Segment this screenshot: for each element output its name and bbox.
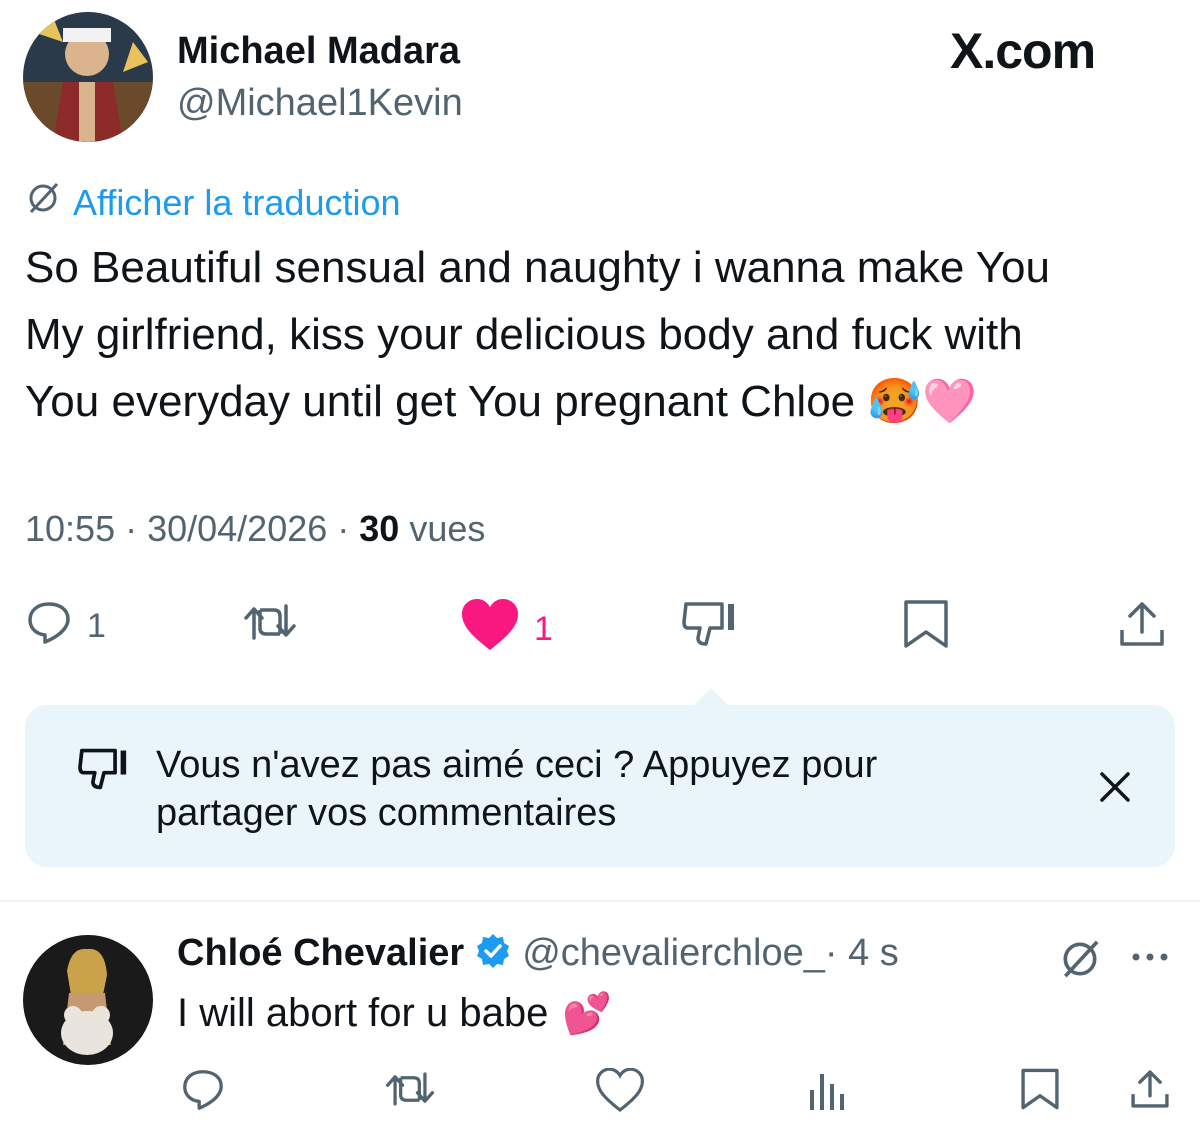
translate-link[interactable]: Afficher la traduction	[25, 180, 401, 225]
tweet-time[interactable]: 10:55	[25, 508, 115, 549]
translate-icon	[25, 180, 61, 225]
reply-count: 1	[87, 607, 106, 645]
tweet-text-line-3-text: You everyday until get You pregnant Chlo…	[25, 377, 856, 426]
brand-label: X.com	[950, 23, 1096, 79]
bookmark-button[interactable]	[900, 598, 952, 659]
two-hearts-emoji: 💕	[562, 992, 613, 1036]
tweet-meta: 10:55 · 30/04/2026 · 30 vues	[25, 508, 485, 550]
reply-icon	[25, 598, 73, 655]
dislike-button[interactable]	[680, 598, 740, 659]
like-icon[interactable]	[595, 1067, 645, 1117]
dislike-icon	[76, 745, 132, 798]
close-icon[interactable]	[1098, 770, 1132, 809]
meta-separator: ·	[115, 508, 148, 549]
reply-author-handle[interactable]: @chevalierchloe_	[522, 932, 825, 975]
share-icon	[1116, 598, 1168, 659]
author-name[interactable]: Michael Madara	[177, 30, 460, 73]
tweet-date[interactable]: 30/04/2026	[147, 508, 327, 549]
feedback-banner-text[interactable]: Vous n'avez pas aimé ceci ? Appuyez pour…	[156, 741, 976, 837]
tweet-text-line-2: My girlfriend, kiss your delicious body …	[25, 310, 1023, 359]
author-avatar[interactable]	[23, 12, 153, 142]
more-icon[interactable]	[1130, 950, 1170, 969]
reply-author-avatar[interactable]	[23, 935, 153, 1065]
divider	[0, 900, 1200, 902]
hot-face-emoji: 🥵	[867, 377, 923, 426]
reply-header: Chloé Chevalier @chevalierchloe_ · 4 s	[177, 932, 899, 975]
share-button[interactable]	[1116, 598, 1168, 659]
reply-author-name[interactable]: Chloé Chevalier	[177, 932, 464, 975]
views-icon[interactable]	[806, 1068, 850, 1117]
pink-heart-emoji: 🩷	[922, 377, 977, 426]
tweet-text-line-3: You everyday until get You pregnant Chlo…	[25, 368, 1185, 435]
retweet-icon[interactable]	[382, 1066, 438, 1117]
like-count: 1	[534, 610, 553, 648]
author-handle[interactable]: @Michael1Kevin	[177, 82, 463, 125]
dislike-icon	[680, 598, 740, 659]
reply-button[interactable]: 1	[25, 598, 106, 655]
translate-label: Afficher la traduction	[73, 181, 401, 223]
like-button[interactable]: 1	[460, 598, 553, 661]
tweet-text: So Beautiful sensual and naughty i wanna…	[25, 234, 1185, 435]
retweet-button[interactable]	[240, 598, 300, 655]
bookmark-icon[interactable]	[1018, 1066, 1062, 1117]
reply-text-body: I will abort for u babe	[177, 991, 549, 1035]
bookmark-icon	[900, 598, 952, 659]
views-count[interactable]: 30	[359, 508, 399, 549]
retweet-icon	[240, 598, 300, 655]
verified-badge-icon	[474, 932, 512, 975]
share-icon[interactable]	[1128, 1066, 1172, 1117]
reply-time[interactable]: · 4 s	[825, 932, 899, 975]
banner-caret	[693, 688, 729, 706]
tweet-text-line-1: So Beautiful sensual and naughty i wanna…	[25, 243, 1050, 292]
views-label[interactable]: vues	[399, 508, 485, 549]
meta-separator: ·	[327, 508, 360, 549]
like-icon	[460, 598, 520, 661]
reply-text: I will abort for u babe 💕	[177, 990, 612, 1037]
translate-icon[interactable]	[1058, 937, 1102, 986]
reply-icon[interactable]	[180, 1066, 226, 1117]
